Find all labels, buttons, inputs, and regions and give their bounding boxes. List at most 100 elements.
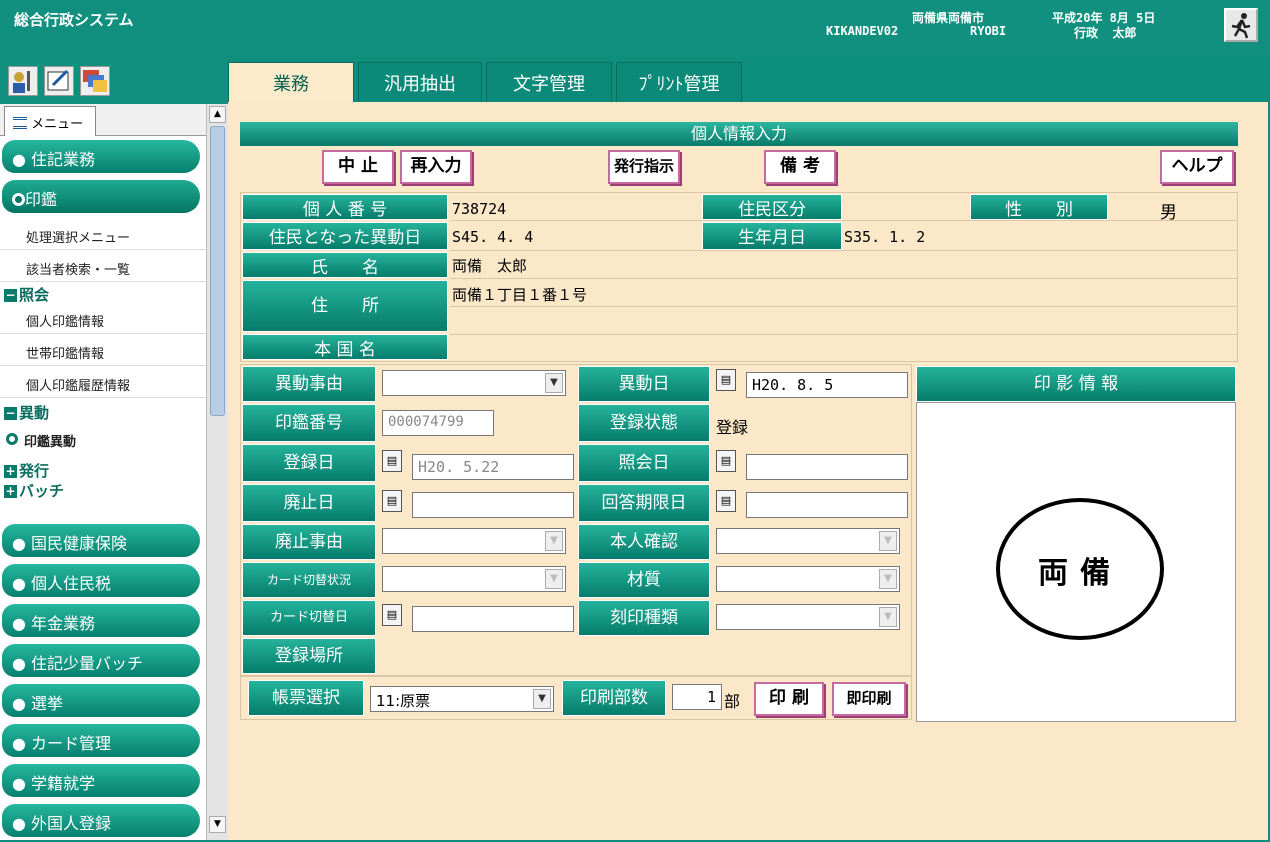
label-card-date: カード切替日 xyxy=(242,600,376,636)
chevron-down-icon: ▼ xyxy=(545,373,563,393)
label-jumin-date: 住民となった異動日 xyxy=(242,222,448,250)
sidebar-group-idou-label: 異動 xyxy=(19,404,50,422)
sidebar-sub-kojin-info[interactable]: 個人印鑑情報 xyxy=(0,304,206,334)
sidebar-group-batch-label: バッチ xyxy=(19,482,65,500)
label-toroku-status: 登録状態 xyxy=(578,404,710,442)
sidebar-sub-setai-info[interactable]: 世帯印鑑情報 xyxy=(0,336,206,366)
form-title: 個人情報入力 xyxy=(240,122,1238,146)
idou-date-input[interactable]: H20. 8. 5 xyxy=(746,372,908,398)
chohyo-select[interactable]: 11:原票 ▼ xyxy=(370,686,554,712)
toroku-date-input[interactable]: H20. 5.22 xyxy=(412,454,574,480)
zaishitsu-select[interactable]: ▼ xyxy=(716,566,900,592)
calendar-icon[interactable]: ▤ xyxy=(716,369,736,391)
kokuin-shurui-select[interactable]: ▼ xyxy=(716,604,900,630)
chevron-down-icon: ▼ xyxy=(533,689,551,709)
sidebar-item-senkyo[interactable]: ● 選挙 xyxy=(2,684,200,717)
sidebar-item-card[interactable]: ● カード管理 xyxy=(2,724,200,757)
calendar-icon[interactable]: ▤ xyxy=(382,450,402,472)
calendar-icon[interactable]: ▤ xyxy=(382,490,402,512)
tool-icon-bar xyxy=(0,56,228,104)
label-jumin-kubun: 住民区分 xyxy=(702,194,842,220)
app-title: 総合行政システム xyxy=(14,11,134,29)
label-card-status: カード切替状況 xyxy=(242,562,376,598)
sidebar-group-hakko-label: 発行 xyxy=(19,462,50,480)
tab-hanyo[interactable]: 汎用抽出 xyxy=(358,62,482,102)
value-jumin-date: S45. 4. 4 xyxy=(452,228,534,246)
user-key-icon[interactable] xyxy=(8,66,38,96)
logout-button[interactable] xyxy=(1224,8,1258,42)
print-button[interactable]: 印 刷 xyxy=(754,682,824,716)
haishi-jiyu-select[interactable]: ▼ xyxy=(382,528,566,554)
edit-form-icon[interactable] xyxy=(44,66,74,96)
remarks-button[interactable]: 備 考 xyxy=(764,150,836,184)
label-kokuin-shurui: 刻印種類 xyxy=(578,600,710,636)
help-button[interactable]: ヘルプ xyxy=(1160,150,1234,184)
windows-icon[interactable] xyxy=(80,66,110,96)
reenter-button[interactable]: 再入力 xyxy=(400,150,472,184)
divider xyxy=(450,306,1238,307)
scroll-down-icon[interactable]: ▼ xyxy=(209,816,226,833)
sidebar-sub-inkan-idou[interactable]: 印鑑異動 xyxy=(0,424,206,454)
collapse-icon: − xyxy=(4,288,17,302)
sidebar-item-juki[interactable]: ● 住記業務 xyxy=(2,140,200,173)
label-shokai-date: 照会日 xyxy=(578,444,710,482)
menu-tab-row: メニュー xyxy=(0,104,228,137)
sidebar-item-nenkin[interactable]: ● 年金業務 xyxy=(2,604,200,637)
card-date-input[interactable] xyxy=(412,606,574,632)
radio-selected-icon xyxy=(12,193,25,206)
sidebar-scrollbar[interactable]: ▲ ▼ xyxy=(206,104,228,840)
label-toroku-basho: 登録場所 xyxy=(242,638,376,674)
quick-print-button[interactable]: 即印刷 xyxy=(832,682,906,716)
value-address: 両備１丁目１番１号 xyxy=(452,286,588,304)
sidebar-item-gakuseki[interactable]: ● 学籍就学 xyxy=(2,764,200,797)
scroll-up-icon[interactable]: ▲ xyxy=(209,106,226,123)
sidebar-sub-gaitousha[interactable]: 該当者検索・一覧 xyxy=(0,252,206,282)
menu-tab-label: メニュー xyxy=(31,117,84,132)
calendar-icon[interactable]: ▤ xyxy=(382,604,402,626)
sidebar-item-inkan[interactable]: 印鑑 xyxy=(2,180,200,213)
kaito-kigen-input[interactable] xyxy=(746,492,908,518)
cancel-button[interactable]: 中 止 xyxy=(322,150,394,184)
expand-icon: + xyxy=(4,484,17,498)
chevron-down-icon: ▼ xyxy=(879,531,897,551)
sidebar-item-gaikokujin[interactable]: ● 外国人登録 xyxy=(2,804,200,837)
menu-tab[interactable]: メニュー xyxy=(4,106,96,137)
sidebar-group-idou[interactable]: − 異動 xyxy=(4,402,49,423)
header-user-name: 行政 太郎 xyxy=(1074,26,1137,40)
label-idou-date: 異動日 xyxy=(578,366,710,402)
radio-selected-icon xyxy=(6,433,18,445)
value-birth: S35. 1. 2 xyxy=(844,228,926,246)
sidebar-item-kojin-jumin[interactable]: ● 個人住民税 xyxy=(2,564,200,597)
value-seibetsu: 男 xyxy=(1160,203,1177,223)
chevron-down-icon: ▼ xyxy=(879,607,897,627)
sidebar-group-hakko[interactable]: + 発行 xyxy=(4,460,49,481)
sidebar-sub-kojin-history[interactable]: 個人印鑑履歴情報 xyxy=(0,368,206,398)
sidebar-group-shokai-label: 照会 xyxy=(19,286,50,304)
value-toroku-status: 登録 xyxy=(716,418,749,437)
running-man-icon xyxy=(1231,13,1251,39)
divider xyxy=(450,278,1238,279)
sidebar-sub-inkan-idou-label: 印鑑異動 xyxy=(24,435,77,450)
inkan-no-input[interactable]: 000074799 xyxy=(382,410,494,436)
sidebar-group-batch[interactable]: + バッチ xyxy=(4,480,64,501)
issue-button[interactable]: 発行指示 xyxy=(608,150,680,184)
honnin-kakunin-select[interactable]: ▼ xyxy=(716,528,900,554)
idou-jiyu-select[interactable]: ▼ xyxy=(382,370,566,396)
label-chohyo: 帳票選択 xyxy=(248,680,364,716)
card-status-select[interactable]: ▼ xyxy=(382,566,566,592)
scrollbar-thumb[interactable] xyxy=(210,126,225,416)
haishi-date-input[interactable] xyxy=(412,492,574,518)
calendar-icon[interactable]: ▤ xyxy=(716,490,736,512)
shokai-date-input[interactable] xyxy=(746,454,908,480)
sidebar-group-shokai[interactable]: − 照会 xyxy=(4,284,49,305)
tab-moji[interactable]: 文字管理 xyxy=(486,62,612,102)
sidebar-item-kokuho[interactable]: ● 国民健康保険 xyxy=(2,524,200,557)
label-address: 住 所 xyxy=(242,280,448,332)
sidebar-sub-shori-menu[interactable]: 処理選択メニュー xyxy=(0,220,206,250)
tab-gyomu[interactable]: 業務 xyxy=(228,62,354,104)
calendar-icon[interactable]: ▤ xyxy=(716,450,736,472)
sidebar-item-juki-batch[interactable]: ● 住記少量バッチ xyxy=(2,644,200,677)
tab-print[interactable]: ﾌﾟﾘﾝﾄ管理 xyxy=(616,62,742,102)
busu-input[interactable]: 1 xyxy=(672,684,722,710)
sidebar: ● 住記業務 印鑑 処理選択メニュー 該当者検索・一覧 − 照会 個人印鑑情報 世… xyxy=(0,136,206,840)
